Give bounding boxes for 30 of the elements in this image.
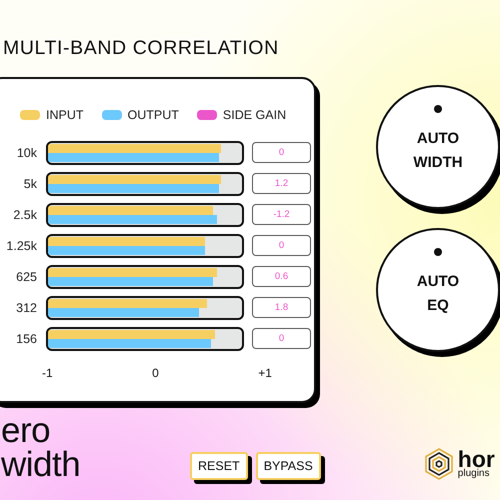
legend-label: OUTPUT (128, 108, 179, 122)
band-label: 10k (16, 146, 37, 160)
legend-label: SIDE GAIN (222, 108, 286, 122)
band-label: 2.5k (12, 208, 37, 222)
side-gain-field[interactable]: 1.8 (252, 297, 311, 318)
logo-text: ero (1, 414, 52, 448)
axis-label: 0 (152, 366, 159, 380)
knob-indicator-icon (434, 105, 442, 113)
axis-label: -1 (42, 366, 53, 380)
knob-label: AUTO WIDTH (412, 129, 464, 173)
axis-label: +1 (258, 366, 272, 380)
knob-indicator-icon (434, 248, 442, 256)
side-gain-field[interactable]: 0 (252, 328, 311, 349)
side-gain-field[interactable]: 0.6 (252, 266, 311, 287)
band-label: 5k (22, 176, 37, 190)
knob-label: AUTO EQ (416, 272, 460, 316)
side-gain-field[interactable]: 0 (252, 235, 311, 256)
section-title: MULTI-BAND CORRELATION (3, 36, 280, 61)
band-label: 312 (15, 300, 37, 314)
maker-tagline: plugins (458, 469, 490, 479)
band-label: 1.25k (5, 238, 37, 252)
side-gain-field[interactable]: -1.2 (252, 204, 311, 225)
side-gain-field[interactable]: 1.2 (252, 173, 311, 194)
legend-label: INPUT (46, 108, 84, 122)
band-label: 625 (15, 270, 37, 284)
logo-text: width (1, 448, 82, 482)
maker-logo-text: hor (458, 449, 495, 469)
side-gain-field[interactable]: 0 (252, 142, 311, 163)
hexagon-logo-icon (422, 448, 455, 480)
band-label: 156 (15, 332, 37, 346)
